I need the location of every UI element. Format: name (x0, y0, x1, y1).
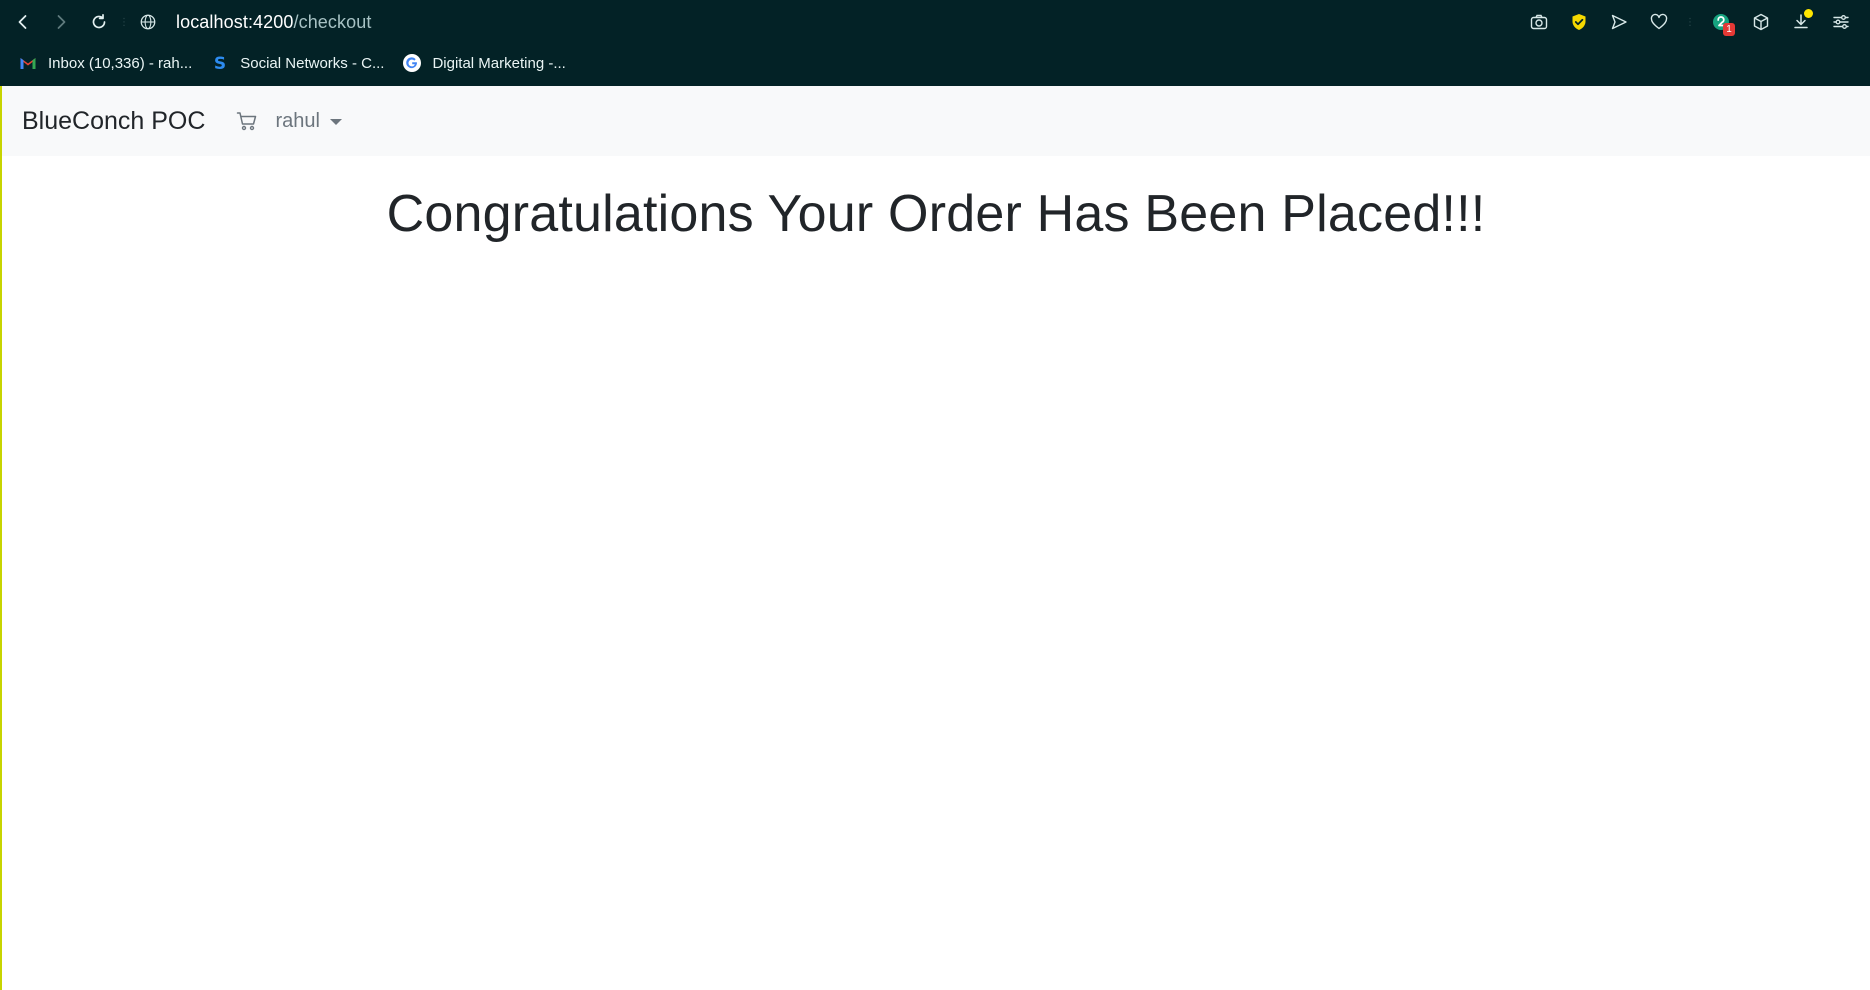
bookmark-inbox[interactable]: Inbox (10,336) - rah... (18, 53, 192, 73)
cube-icon[interactable] (1746, 7, 1776, 37)
svg-text:S: S (214, 54, 226, 73)
back-button[interactable] (4, 3, 42, 41)
reload-icon (92, 13, 106, 29)
user-dropdown[interactable]: rahul (275, 109, 342, 133)
shield-check-icon[interactable] (1564, 7, 1594, 37)
app-navbar: BlueConch POC rahul (2, 86, 1870, 156)
google-icon (402, 53, 422, 73)
bookmarks-bar: Inbox (10,336) - rah... S Social Network… (0, 48, 1870, 78)
bookmark-label: Inbox (10,336) - rah... (48, 54, 193, 72)
extension-icon[interactable]: 1 (1706, 7, 1736, 37)
toolbar-actions: ⋮ 1 (1524, 0, 1856, 44)
user-name: rahul (275, 109, 320, 132)
browser-toolbar: ⋮ localhost:4200/checkout ⋮ 1 (0, 0, 1870, 44)
chevron-right-icon (57, 15, 66, 29)
toolbar-separator: ⋮ (1685, 16, 1695, 28)
order-confirmation-heading: Congratulations Your Order Has Been Plac… (386, 185, 1486, 243)
camera-icon[interactable] (1524, 7, 1554, 37)
cart-icon[interactable] (233, 107, 261, 135)
extension-badge: 1 (1723, 23, 1735, 36)
chevron-left-icon (18, 15, 27, 29)
forward-button[interactable] (42, 3, 80, 41)
url-text[interactable]: localhost:4200/checkout (176, 12, 371, 33)
s-brand-icon: S (210, 53, 230, 73)
download-notification-dot (1804, 9, 1813, 18)
toolbar-separator: ⋮ (119, 16, 129, 28)
caret-down-icon (329, 119, 342, 125)
app-viewport: BlueConch POC rahul Congratulations Your… (0, 86, 1870, 990)
send-icon[interactable] (1604, 7, 1634, 37)
url-path: /checkout (293, 11, 372, 32)
gmail-icon (18, 53, 38, 73)
address-bar[interactable]: localhost:4200/checkout (136, 6, 371, 38)
globe-icon (136, 10, 160, 34)
bookmark-digital-marketing[interactable]: Digital Marketing -... (402, 53, 566, 73)
settings-sliders-icon[interactable] (1826, 7, 1856, 37)
reload-button[interactable] (80, 3, 118, 41)
brand-link[interactable]: BlueConch POC (22, 107, 205, 136)
url-host: localhost:4200 (176, 11, 294, 32)
bookmark-social-networks[interactable]: S Social Networks - C... (210, 53, 384, 73)
bookmark-label: Digital Marketing -... (432, 54, 566, 72)
heart-icon[interactable] (1644, 7, 1674, 37)
bookmark-label: Social Networks - C... (240, 54, 385, 72)
browser-chrome: ⋮ localhost:4200/checkout ⋮ 1 Inbox (10,… (0, 0, 1870, 86)
download-icon[interactable] (1786, 7, 1816, 37)
